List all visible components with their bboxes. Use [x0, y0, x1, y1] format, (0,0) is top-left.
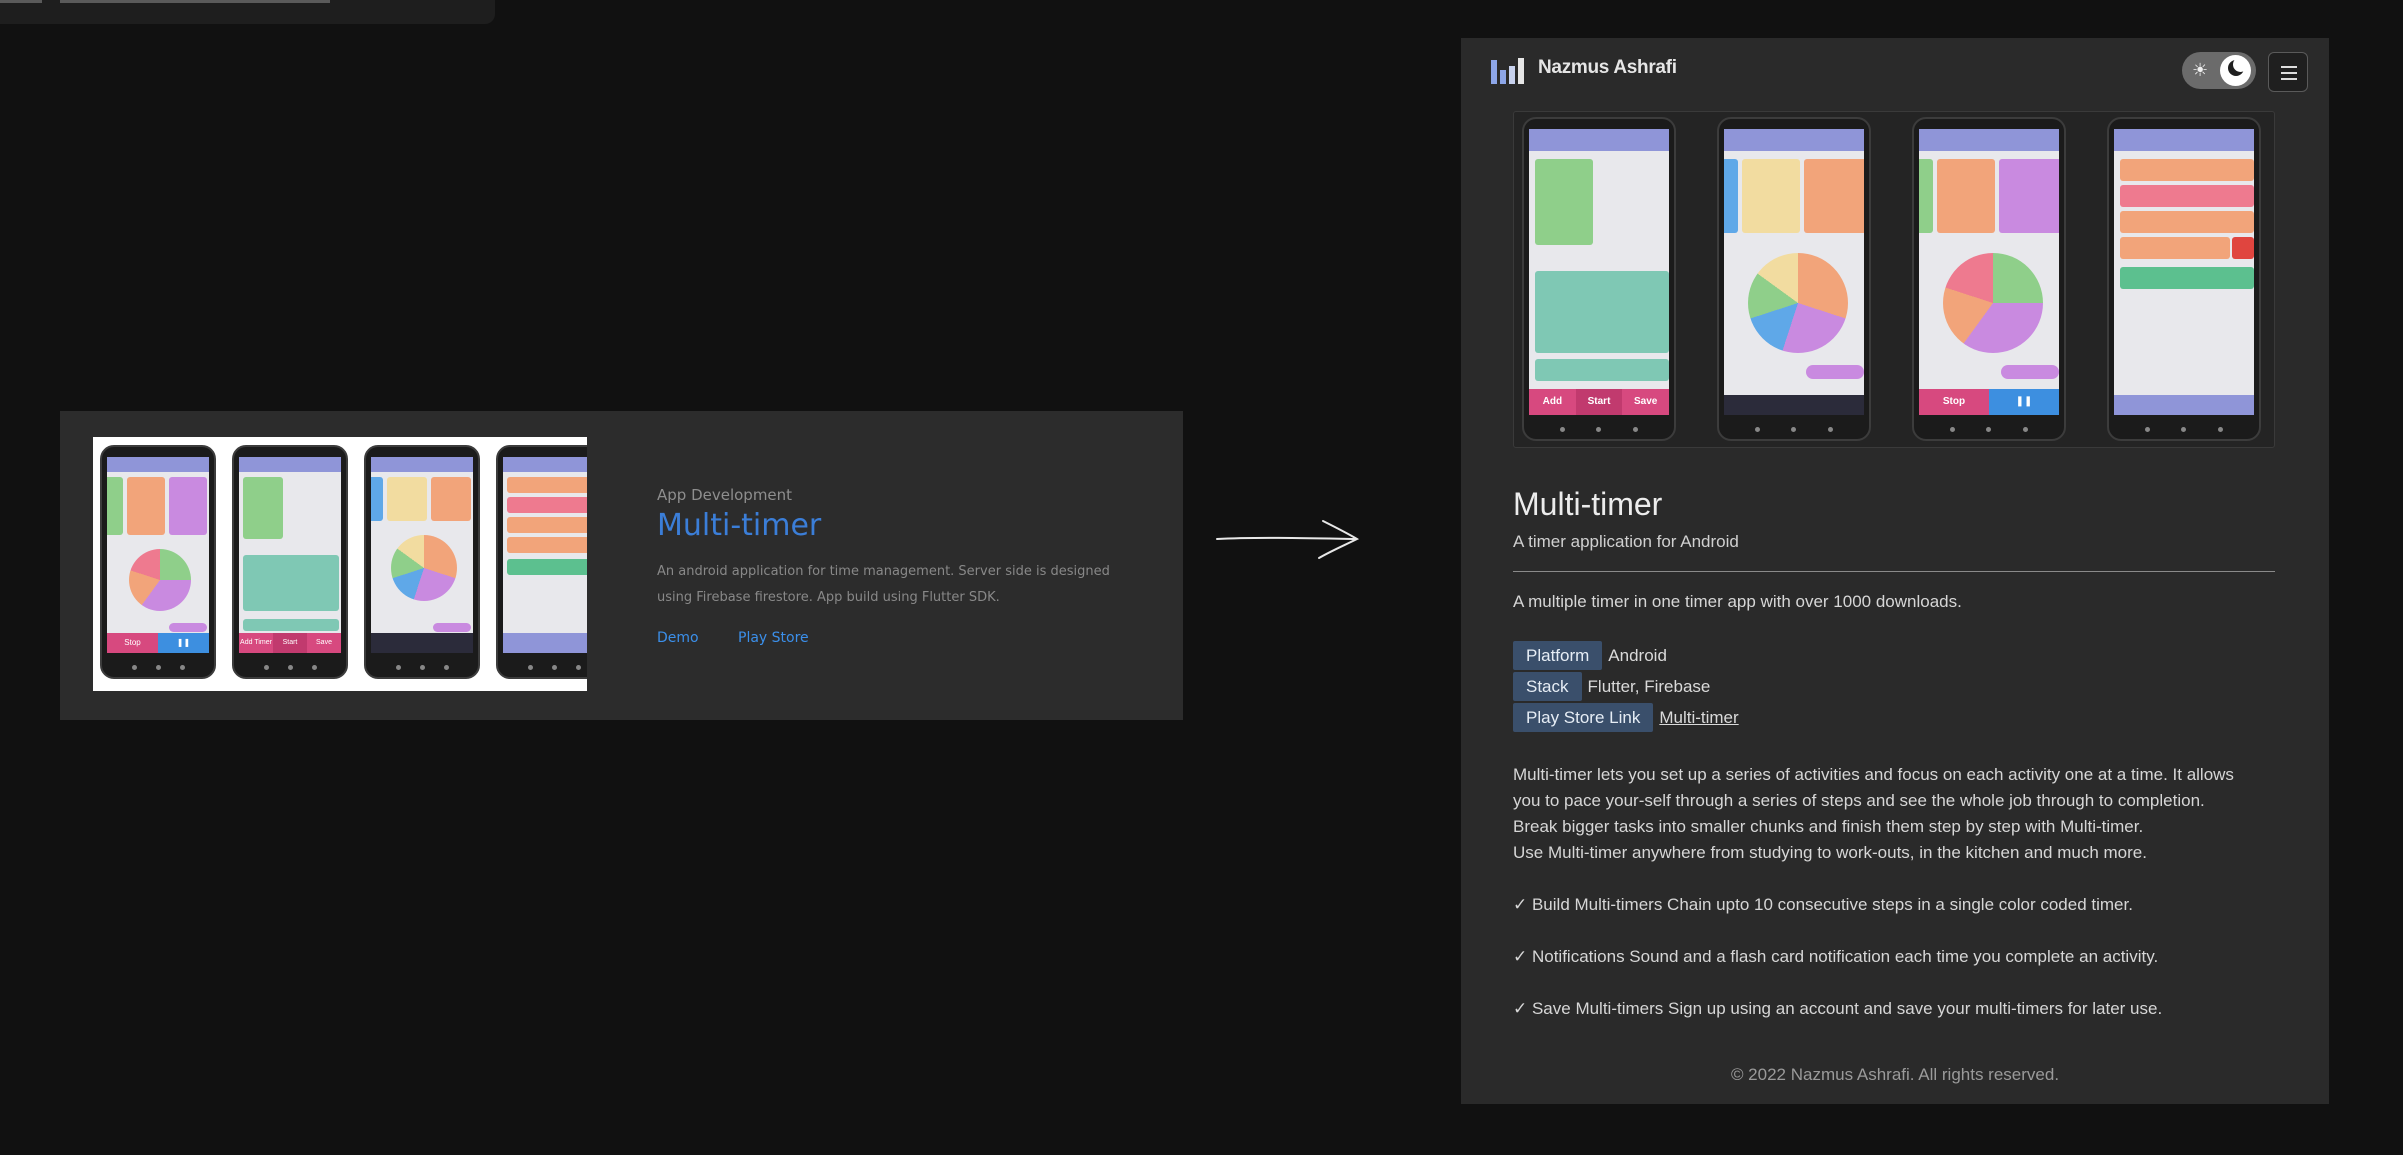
page-subtitle: A timer application for Android — [1513, 532, 1739, 551]
toolbar-segment — [0, 0, 42, 3]
project-lead: A multiple timer in one timer app with o… — [1513, 592, 1962, 611]
paragraph-line: Use Multi-timer anywhere from studying t… — [1513, 843, 2147, 862]
meta-value: Android — [1608, 645, 1667, 665]
phone-screenshot — [2107, 117, 2261, 441]
phone-screenshot: Stop ❚❚ — [100, 445, 216, 679]
meta-platform: Platform Android — [1513, 641, 1667, 670]
project-detail-page: Nazmus Ashrafi ☀ Add Timer Start Save — [1461, 38, 2329, 1104]
project-description: Multi-timer lets you set up a series of … — [1513, 762, 2283, 866]
site-name[interactable]: Nazmus Ashrafi — [1538, 57, 1677, 79]
page-title: Multi-timer — [1513, 486, 1663, 522]
project-category: App Development — [657, 486, 793, 504]
toolbar-segment — [60, 0, 330, 3]
play-store-link[interactable]: Multi-timer — [1659, 708, 1738, 728]
phone-screenshot: Add Timer Start Save — [1522, 117, 1676, 441]
menu-button[interactable] — [2268, 52, 2308, 92]
feature-item: ✓ Notifications Sound and a flash card n… — [1513, 947, 2159, 966]
feature-item: ✓ Build Multi-timers Chain upto 10 conse… — [1513, 895, 2133, 914]
paragraph-line: you to pace your-self through a series o… — [1513, 791, 2205, 810]
meta-key: Stack — [1513, 672, 1582, 701]
divider — [1513, 571, 2275, 572]
project-description: An android application for time manageme… — [657, 564, 1110, 605]
moon-icon — [2228, 57, 2248, 76]
meta-key: Play Store Link — [1513, 703, 1654, 732]
sun-icon: ☀ — [2192, 60, 2209, 80]
meta-key: Platform — [1513, 641, 1603, 670]
window-toolbar-fragment — [0, 0, 495, 24]
arrow-right-icon — [1216, 520, 1360, 559]
phone-screenshot — [364, 445, 480, 679]
project-hero-image: Add Timer Start Save — [1513, 111, 2275, 448]
demo-link[interactable]: Demo — [657, 630, 699, 646]
logo-icon[interactable] — [1491, 58, 1525, 84]
project-card[interactable]: Stop ❚❚ Add Timer Start Save App Develop… — [60, 411, 1183, 720]
meta-playstore: Play Store Link Multi-timer — [1513, 703, 1739, 732]
project-thumbnail: Stop ❚❚ Add Timer Start Save — [93, 437, 587, 691]
play-store-link[interactable]: Play Store — [738, 630, 809, 646]
footer-copyright: © 2022 Nazmus Ashrafi. All rights reserv… — [1730, 1065, 2060, 1084]
paragraph-line: Break bigger tasks into smaller chunks a… — [1513, 817, 2144, 836]
phone-screenshot: Stop ❚❚ — [1912, 117, 2066, 441]
feature-item: ✓ Save Multi-timers Sign up using an acc… — [1513, 999, 2163, 1018]
meta-stack: Stack Flutter, Firebase — [1513, 672, 1710, 701]
theme-toggle[interactable]: ☀ — [2182, 52, 2256, 89]
phone-screenshot: Add Timer Start Save — [232, 445, 348, 679]
paragraph-line: Multi-timer lets you set up a series of … — [1513, 765, 2234, 784]
project-title[interactable]: Multi-timer — [657, 508, 821, 543]
meta-value: Flutter, Firebase — [1587, 676, 1711, 696]
phone-screenshot — [1717, 117, 1871, 441]
phone-screenshot — [496, 445, 587, 679]
